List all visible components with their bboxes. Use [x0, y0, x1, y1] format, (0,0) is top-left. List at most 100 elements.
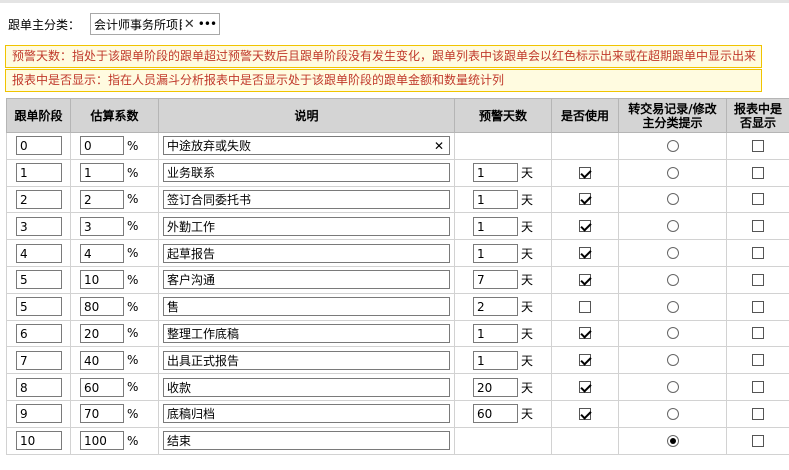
desc-input[interactable]: 中途放弃或失败 ✕ [163, 136, 450, 156]
transfer-radio[interactable] [666, 247, 679, 260]
report-checkbox[interactable] [752, 300, 764, 313]
days-input[interactable]: 1 [473, 243, 518, 263]
table-row: 7 40% 出具正式报告 1 天 [6, 346, 789, 375]
used-checkbox[interactable] [579, 327, 591, 340]
coef-input[interactable]: 1 [80, 163, 124, 183]
percent-unit: % [127, 192, 139, 207]
days-input[interactable]: 1 [473, 189, 518, 209]
transfer-radio[interactable] [666, 381, 679, 394]
stage-input[interactable]: 2 [16, 189, 62, 209]
coef-input[interactable]: 40 [80, 350, 124, 370]
desc-input[interactable]: 整理工作底稿 [163, 323, 450, 343]
days-input[interactable]: 60 [473, 404, 518, 424]
used-checkbox[interactable] [579, 193, 591, 206]
days-input[interactable]: 7 [473, 270, 518, 290]
days-input[interactable]: 1 [473, 350, 518, 370]
header-coef: 估算系数 [70, 98, 159, 133]
used-checkbox[interactable] [579, 407, 591, 420]
day-unit: 天 [521, 326, 534, 341]
desc-input[interactable]: 起草报告 [163, 243, 450, 263]
ellipsis-icon[interactable]: ••• [198, 17, 217, 31]
coef-input[interactable]: 2 [80, 189, 124, 209]
report-checkbox[interactable] [752, 247, 764, 260]
transfer-radio[interactable] [666, 354, 679, 367]
transfer-radio[interactable] [666, 166, 679, 179]
transfer-radio[interactable] [666, 220, 679, 233]
report-checkbox[interactable] [752, 166, 764, 179]
coef-input[interactable]: 100 [80, 431, 124, 451]
desc-input[interactable]: 售 [163, 297, 450, 317]
report-checkbox[interactable] [752, 139, 764, 152]
desc-input[interactable]: 出具正式报告 [163, 350, 450, 370]
stage-input[interactable]: 9 [16, 404, 62, 424]
desc-input[interactable]: 客户沟通 [163, 270, 450, 290]
cell-coef: 3% [70, 212, 159, 241]
transfer-radio[interactable] [666, 300, 679, 313]
report-checkbox[interactable] [752, 273, 764, 286]
report-checkbox[interactable] [752, 381, 764, 394]
stage-input[interactable]: 0 [16, 136, 62, 156]
stage-input[interactable]: 4 [16, 243, 62, 263]
days-input[interactable]: 1 [473, 323, 518, 343]
used-checkbox[interactable] [579, 273, 591, 286]
percent-unit: % [127, 272, 139, 287]
days-input[interactable]: 1 [473, 163, 518, 183]
category-selector[interactable]: 会计师事务所项目 ✕ ••• [90, 13, 221, 35]
cell-stage: 1 [6, 158, 71, 187]
stage-input[interactable]: 10 [16, 431, 62, 451]
transfer-radio[interactable] [666, 139, 679, 152]
transfer-radio[interactable] [666, 193, 679, 206]
table-row: 3 3% 外勤工作 1 天 [6, 212, 789, 241]
report-checkbox[interactable] [752, 193, 764, 206]
stage-input[interactable]: 3 [16, 216, 62, 236]
table-row: 0 0% 中途放弃或失败 ✕ [6, 132, 789, 160]
coef-input[interactable]: 3 [80, 216, 124, 236]
used-checkbox[interactable] [579, 166, 591, 179]
transfer-radio[interactable] [666, 273, 679, 286]
report-checkbox[interactable] [752, 407, 764, 420]
stage-input[interactable]: 7 [16, 350, 62, 370]
coef-input[interactable]: 70 [80, 404, 124, 424]
used-checkbox[interactable] [579, 354, 591, 367]
stage-input[interactable]: 6 [16, 323, 62, 343]
coef-input[interactable]: 80 [80, 297, 124, 317]
coef-input[interactable]: 10 [80, 270, 124, 290]
coef-input[interactable]: 4 [80, 243, 124, 263]
stage-input[interactable]: 8 [16, 377, 62, 397]
close-icon[interactable]: ✕ [184, 17, 195, 32]
close-icon[interactable]: ✕ [434, 138, 444, 154]
desc-text: 出具正式报告 [167, 353, 240, 368]
cell-desc: 底稿归档 [158, 399, 455, 428]
desc-input[interactable]: 签订合同委托书 [163, 189, 450, 209]
cell-stage: 6 [6, 319, 71, 348]
desc-text: 整理工作底稿 [167, 326, 240, 341]
desc-input[interactable]: 外勤工作 [163, 216, 450, 236]
cell-days: 1天 [454, 346, 552, 375]
desc-input[interactable]: 结束 [163, 431, 450, 451]
days-input[interactable]: 1 [473, 216, 518, 236]
desc-input[interactable]: 业务联系 [163, 163, 450, 183]
report-checkbox[interactable] [752, 220, 764, 233]
stage-input[interactable]: 5 [16, 297, 62, 317]
stage-input[interactable]: 5 [16, 270, 62, 290]
desc-input[interactable]: 底稿归档 [163, 404, 450, 424]
used-checkbox[interactable] [579, 300, 591, 313]
used-checkbox[interactable] [579, 220, 591, 233]
days-input[interactable]: 2 [473, 297, 518, 317]
report-checkbox[interactable] [752, 434, 764, 447]
transfer-radio[interactable] [666, 327, 679, 340]
days-input[interactable]: 20 [473, 377, 518, 397]
coef-input[interactable]: 20 [80, 323, 124, 343]
stage-input[interactable]: 1 [16, 163, 62, 183]
desc-input[interactable]: 收款 [163, 377, 450, 397]
transfer-radio[interactable] [666, 407, 679, 420]
used-checkbox[interactable] [579, 381, 591, 394]
transfer-radio[interactable] [666, 434, 679, 447]
used-checkbox[interactable] [579, 247, 591, 260]
desc-text: 起草报告 [167, 246, 216, 261]
coef-input[interactable]: 60 [80, 377, 124, 397]
report-checkbox[interactable] [752, 327, 764, 340]
report-checkbox[interactable] [752, 354, 764, 367]
coef-input[interactable]: 0 [80, 136, 124, 156]
cell-desc: 客户沟通 [158, 265, 455, 294]
